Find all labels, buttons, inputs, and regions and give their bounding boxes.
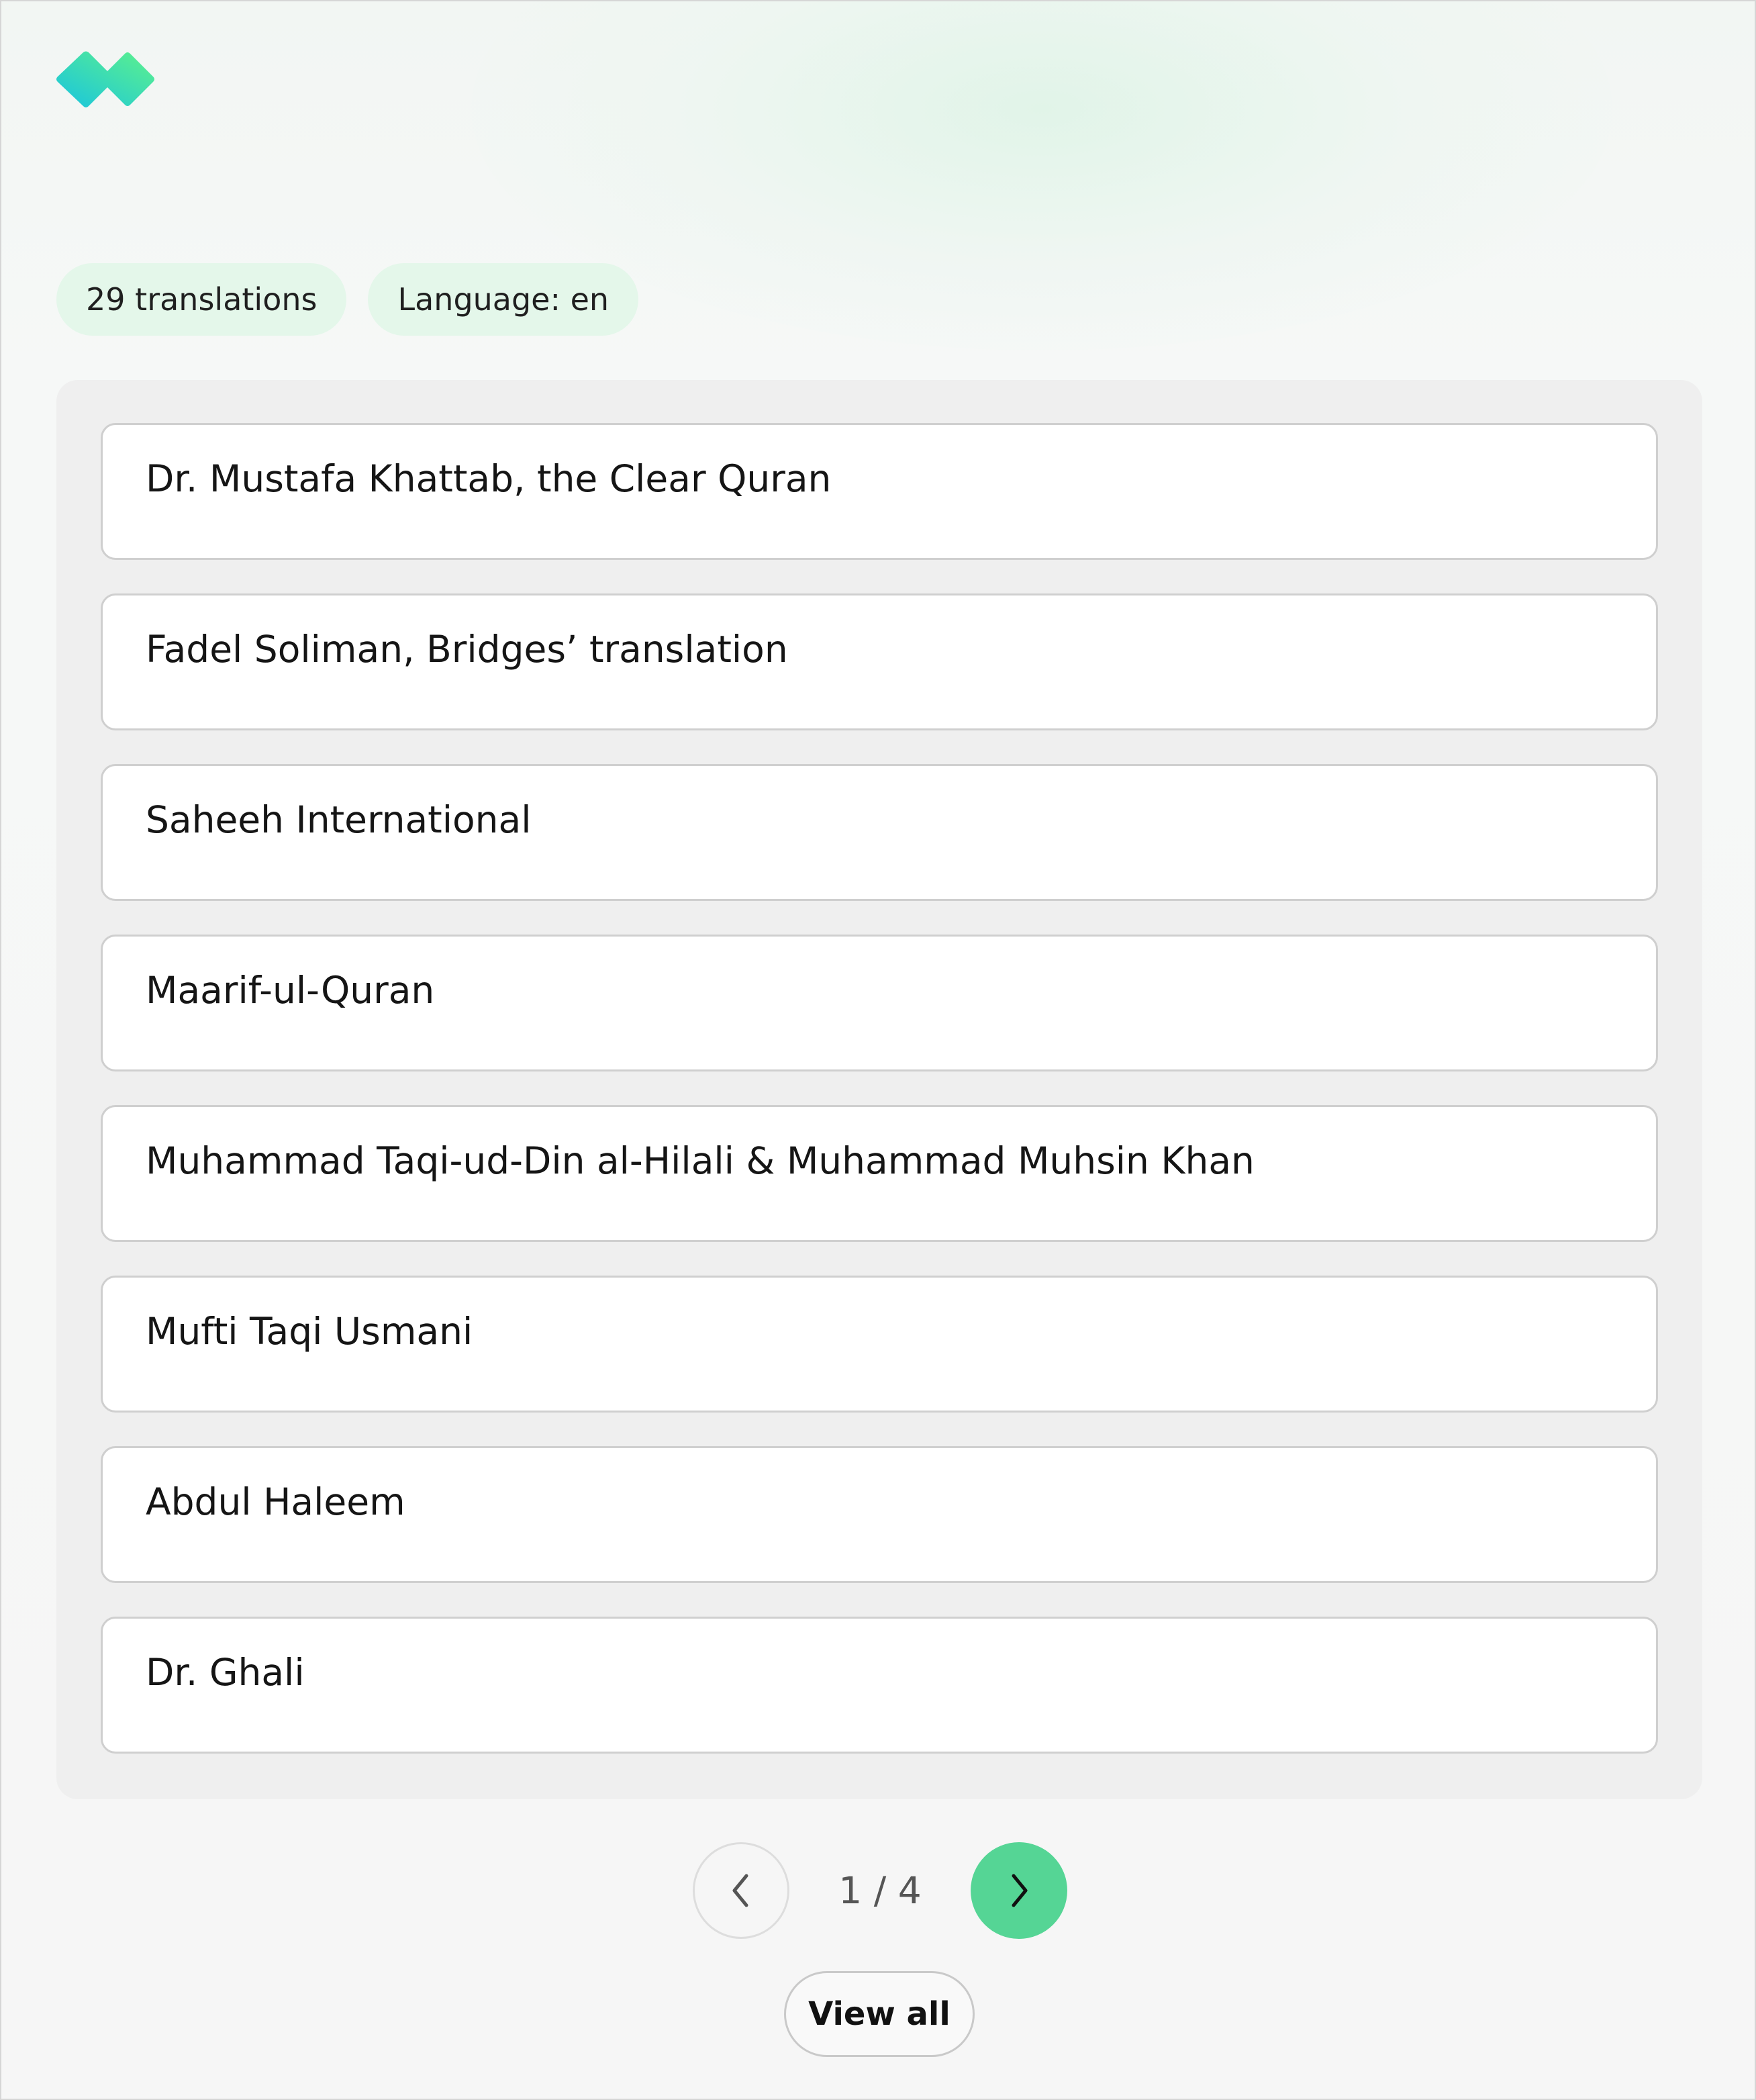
chevron-left-icon	[732, 1874, 748, 1907]
language-chip: Language: en	[368, 263, 639, 336]
translations-count-chip: 29 translations	[56, 263, 347, 336]
pagination: 1 / 4	[693, 1842, 1069, 1939]
chevron-right-icon	[1012, 1874, 1028, 1907]
brand-logo-icon[interactable]	[55, 51, 157, 118]
translations-list: Dr. Mustafa Khattab, the Clear Quran Fad…	[101, 423, 1658, 1787]
page-indicator: 1 / 4	[838, 1869, 922, 1912]
filter-chips: 29 translations Language: en	[56, 263, 639, 336]
translation-item[interactable]: Saheeh International	[101, 764, 1658, 901]
view-all-button[interactable]: View all	[784, 1971, 975, 2057]
translation-item[interactable]: Maarif-ul-Quran	[101, 935, 1658, 1071]
previous-page-button[interactable]	[693, 1842, 789, 1939]
translation-item[interactable]: Abdul Haleem	[101, 1446, 1658, 1583]
translation-item[interactable]: Fadel Soliman, Bridges’ translation	[101, 593, 1658, 730]
background-glow	[471, 1, 1612, 350]
translation-item[interactable]: Dr. Ghali	[101, 1617, 1658, 1754]
translation-item[interactable]: Muhammad Taqi-ud-Din al-Hilali & Muhamma…	[101, 1105, 1658, 1242]
page-frame: 29 translations Language: en Dr. Mustafa…	[0, 0, 1756, 2100]
translations-panel: Dr. Mustafa Khattab, the Clear Quran Fad…	[56, 380, 1702, 1799]
translation-item[interactable]: Dr. Mustafa Khattab, the Clear Quran	[101, 423, 1658, 560]
next-page-button[interactable]	[971, 1842, 1067, 1939]
translation-item[interactable]: Mufti Taqi Usmani	[101, 1276, 1658, 1413]
